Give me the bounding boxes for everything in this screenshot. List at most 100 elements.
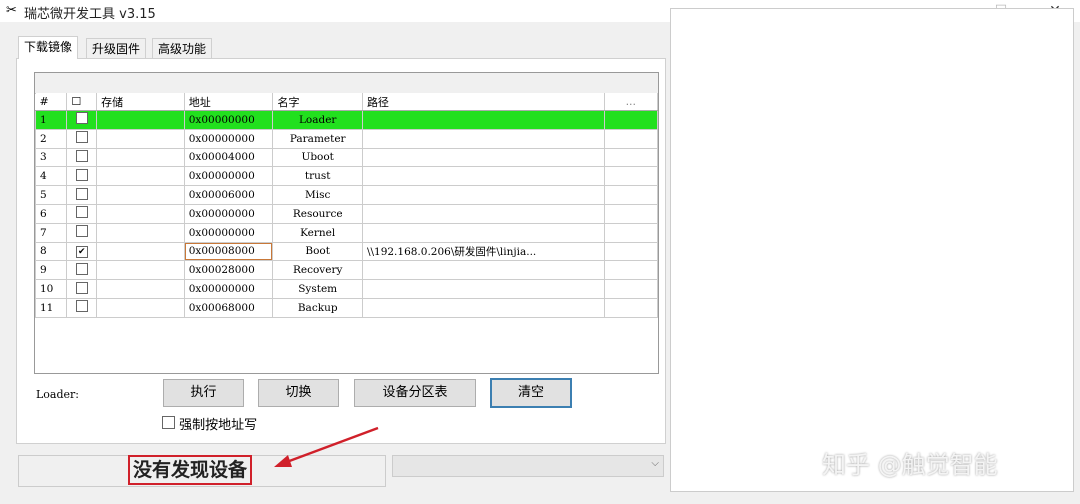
- row-address[interactable]: 0x00008000: [183, 241, 274, 262]
- row-more[interactable]: [603, 279, 659, 299]
- row-name[interactable]: trust: [272, 166, 363, 187]
- row-name[interactable]: Backup: [272, 297, 363, 318]
- checkbox-icon[interactable]: [75, 206, 88, 219]
- row-storage[interactable]: [96, 110, 185, 130]
- row-address[interactable]: 0x00006000: [183, 185, 274, 205]
- row-address[interactable]: 0x00000000: [183, 166, 274, 187]
- table-row[interactable]: 3 0x00004000 Uboot: [34, 147, 659, 168]
- row-more[interactable]: [603, 297, 659, 318]
- row-checkbox[interactable]: [66, 166, 98, 187]
- tab-upgrade-firmware[interactable]: 升级固件: [86, 38, 147, 59]
- row-storage[interactable]: [96, 260, 185, 281]
- row-address[interactable]: 0x00000000: [183, 128, 274, 149]
- row-address[interactable]: 0x00000000: [183, 222, 274, 243]
- row-index[interactable]: 1: [34, 110, 68, 130]
- row-name[interactable]: Kernel: [272, 222, 363, 243]
- checkbox-icon[interactable]: [75, 149, 88, 162]
- table-row[interactable]: 9 0x00028000 Recovery: [34, 260, 659, 281]
- row-address[interactable]: 0x00004000: [183, 147, 274, 168]
- table-row[interactable]: 1 0x00000000 Loader: [34, 110, 659, 130]
- checkbox-icon[interactable]: [75, 187, 88, 200]
- row-storage[interactable]: [96, 279, 185, 299]
- row-more[interactable]: [603, 203, 659, 224]
- checkbox-icon[interactable]: [75, 131, 88, 144]
- row-address[interactable]: 0x00000000: [183, 203, 274, 224]
- table-row[interactable]: 6 0x00000000 Resource: [34, 203, 659, 224]
- row-more[interactable]: [603, 128, 659, 149]
- row-more[interactable]: [603, 110, 659, 130]
- row-path[interactable]: [361, 166, 605, 187]
- row-checkbox[interactable]: [66, 203, 98, 224]
- tab-advanced[interactable]: 高级功能: [152, 38, 213, 59]
- run-button[interactable]: 执行: [163, 379, 244, 407]
- checkbox-icon[interactable]: [75, 225, 88, 238]
- row-address[interactable]: 0x00028000: [183, 260, 274, 281]
- checkbox-icon[interactable]: [75, 112, 88, 125]
- table-row[interactable]: 5 0x00006000 Misc: [34, 185, 659, 205]
- row-storage[interactable]: [96, 241, 185, 262]
- device-dropdown[interactable]: ⌵: [392, 455, 664, 477]
- checkbox-icon[interactable]: [75, 262, 88, 275]
- row-address[interactable]: 0x00068000: [183, 297, 274, 318]
- row-index[interactable]: 7: [34, 222, 68, 243]
- row-path[interactable]: [361, 203, 605, 224]
- row-checkbox[interactable]: [66, 297, 98, 318]
- table-row[interactable]: 11 0x00068000 Backup: [34, 297, 659, 318]
- row-checkbox[interactable]: [66, 260, 98, 281]
- table-row[interactable]: 8 ✔ 0x00008000 Boot \\192.168.0.206\研发固件\lin…: [34, 241, 659, 262]
- table-row[interactable]: 10 0x00000000 System: [34, 279, 659, 299]
- row-path[interactable]: [361, 110, 605, 130]
- row-path[interactable]: [361, 297, 605, 318]
- row-index[interactable]: 10: [34, 279, 68, 299]
- checkbox-icon[interactable]: [75, 300, 88, 313]
- col-check[interactable]: ☐: [66, 93, 98, 111]
- row-checkbox[interactable]: [66, 185, 98, 205]
- row-more[interactable]: [603, 185, 659, 205]
- checkbox-icon[interactable]: [75, 168, 88, 181]
- table-row[interactable]: 2 0x00000000 Parameter: [34, 128, 659, 149]
- checkbox-icon[interactable]: [162, 416, 175, 429]
- row-index[interactable]: 3: [34, 147, 68, 168]
- row-storage[interactable]: [96, 128, 185, 149]
- row-checkbox[interactable]: [66, 222, 98, 243]
- row-index[interactable]: 2: [34, 128, 68, 149]
- row-name[interactable]: Recovery: [272, 260, 363, 281]
- row-more[interactable]: [603, 166, 659, 187]
- checkmark-icon[interactable]: ✔: [75, 245, 88, 258]
- row-more[interactable]: [603, 222, 659, 243]
- row-checkbox[interactable]: [66, 128, 98, 149]
- table-row[interactable]: 7 0x00000000 Kernel: [34, 222, 659, 243]
- row-index[interactable]: 5: [34, 185, 68, 205]
- row-path[interactable]: \\192.168.0.206\研发固件\linjia...: [361, 241, 605, 262]
- row-path[interactable]: [361, 260, 605, 281]
- row-name[interactable]: System: [272, 279, 363, 299]
- row-checkbox[interactable]: [66, 147, 98, 168]
- row-storage[interactable]: [96, 185, 185, 205]
- row-name[interactable]: Misc: [272, 185, 363, 205]
- row-index[interactable]: 9: [34, 260, 68, 281]
- row-storage[interactable]: [96, 147, 185, 168]
- row-storage[interactable]: [96, 222, 185, 243]
- row-path[interactable]: [361, 128, 605, 149]
- row-address[interactable]: 0x00000000: [183, 110, 274, 130]
- row-name[interactable]: Parameter: [272, 128, 363, 149]
- row-checkbox[interactable]: ✔: [66, 241, 98, 262]
- row-more[interactable]: [603, 260, 659, 281]
- row-name[interactable]: Loader: [272, 110, 363, 130]
- row-storage[interactable]: [96, 297, 185, 318]
- clear-button[interactable]: 清空: [490, 378, 572, 408]
- row-checkbox[interactable]: [66, 279, 98, 299]
- row-path[interactable]: [361, 222, 605, 243]
- row-storage[interactable]: [96, 166, 185, 187]
- row-name[interactable]: Boot: [272, 241, 363, 262]
- table-row[interactable]: 4 0x00000000 trust: [34, 166, 659, 187]
- row-index[interactable]: 4: [34, 166, 68, 187]
- col-more[interactable]: ...: [604, 93, 659, 111]
- row-index[interactable]: 8: [34, 241, 68, 262]
- row-address[interactable]: 0x00000000: [183, 279, 274, 299]
- force-address-write-checkbox[interactable]: 强制按地址写: [162, 414, 257, 433]
- row-more[interactable]: [603, 241, 659, 262]
- row-storage[interactable]: [96, 203, 185, 224]
- row-path[interactable]: [361, 147, 605, 168]
- partition-table-button[interactable]: 设备分区表: [354, 379, 476, 407]
